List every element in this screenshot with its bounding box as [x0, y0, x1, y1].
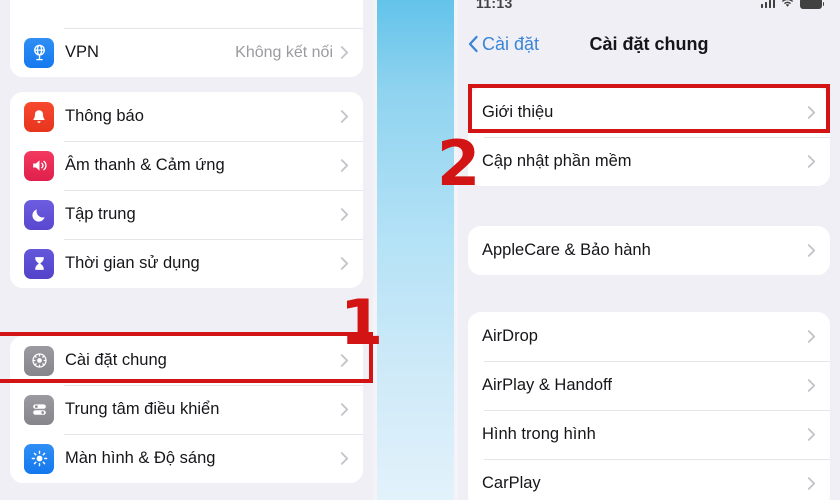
status-icons: [760, 0, 824, 9]
settings-row-label: Màn hình & Độ sáng: [65, 449, 216, 467]
ios-general-settings-screen: 11:13 Cài đặt Cài đặt chung Giới thiệu C…: [458, 0, 840, 500]
panel-divider: [373, 0, 458, 500]
chevron-right-icon: [807, 428, 816, 441]
applecare-group: AppleCare & Bảo hành: [468, 226, 830, 275]
chevron-right-icon: [340, 46, 349, 59]
settings-row-label: AppleCare & Bảo hành: [482, 241, 651, 259]
chevron-right-icon: [807, 477, 816, 490]
settings-row-picture-in-picture[interactable]: Hình trong hình: [468, 410, 830, 459]
settings-row-label: Hình trong hình: [482, 425, 596, 443]
speaker-icon: [24, 150, 54, 181]
settings-row-airdrop[interactable]: AirDrop: [468, 312, 830, 361]
status-bar: 11:13: [458, 0, 840, 12]
bell-icon: [24, 101, 54, 132]
general-group: Cài đặt chung Trung tâm điều khiển Màn h…: [10, 336, 363, 483]
settings-row-label: AirDrop: [482, 327, 538, 345]
about-group: Giới thiệu Cập nhật phần mềm: [468, 88, 830, 186]
airdrop-group: AirDrop AirPlay & Handoff Hình trong hìn…: [468, 312, 830, 500]
settings-row-label: Tập trung: [65, 205, 136, 223]
settings-row-label: Cài đặt chung: [65, 351, 167, 369]
moon-icon: [24, 199, 54, 230]
sliders-icon: [24, 394, 54, 425]
vpn-group: VPN Không kết nối: [10, 0, 363, 77]
settings-row-software-update[interactable]: Cập nhật phần mềm: [468, 137, 830, 186]
settings-row-value: Không kết nối: [235, 43, 333, 61]
settings-row-notifications[interactable]: Thông báo: [10, 92, 363, 141]
chevron-right-icon: [807, 155, 816, 168]
settings-row-applecare[interactable]: AppleCare & Bảo hành: [468, 226, 830, 275]
chevron-right-icon: [807, 106, 816, 119]
settings-row-label: Cập nhật phần mềm: [482, 152, 632, 170]
settings-row-label: AirPlay & Handoff: [482, 376, 612, 394]
settings-row-screen-time[interactable]: Thời gian sử dụng: [10, 239, 363, 288]
settings-row-label: Trung tâm điều khiển: [65, 400, 220, 418]
chevron-right-icon: [340, 257, 349, 270]
back-button-label: Cài đặt: [482, 33, 540, 54]
settings-row-about[interactable]: Giới thiệu: [468, 88, 830, 137]
gear-icon: [24, 345, 54, 376]
tutorial-screenshot: VPN Không kết nối Thông báo Âm thanh & C…: [0, 0, 840, 500]
settings-row-label: VPN: [65, 43, 99, 61]
chevron-right-icon: [807, 379, 816, 392]
left-phone-panel: VPN Không kết nối Thông báo Âm thanh & C…: [0, 0, 373, 500]
ios-settings-screen: VPN Không kết nối Thông báo Âm thanh & C…: [0, 0, 373, 500]
settings-row-airplay-handoff[interactable]: AirPlay & Handoff: [468, 361, 830, 410]
brightness-sun-icon: [24, 443, 54, 474]
settings-row-label: Âm thanh & Cảm ứng: [65, 156, 225, 174]
chevron-right-icon: [807, 330, 816, 343]
chevron-right-icon: [340, 452, 349, 465]
settings-row-focus[interactable]: Tập trung: [10, 190, 363, 239]
navigation-bar: Cài đặt Cài đặt chung: [458, 24, 840, 64]
chevron-left-icon: [468, 35, 478, 53]
settings-row-label: CarPlay: [482, 474, 541, 492]
back-button[interactable]: Cài đặt: [468, 34, 539, 55]
settings-row-label: Thời gian sử dụng: [65, 254, 200, 272]
hourglass-icon: [24, 248, 54, 279]
cellular-signal-icon: [760, 0, 775, 8]
settings-row-label: Thông báo: [65, 107, 144, 125]
notifications-group: Thông báo Âm thanh & Cảm ứng Tập trung T…: [10, 92, 363, 288]
settings-row-vpn[interactable]: VPN Không kết nối: [10, 28, 363, 77]
settings-row-general[interactable]: Cài đặt chung: [10, 336, 363, 385]
chevron-right-icon: [340, 354, 349, 367]
vpn-globe-icon: [24, 37, 54, 68]
chevron-right-icon: [340, 403, 349, 416]
settings-row-sounds[interactable]: Âm thanh & Cảm ứng: [10, 141, 363, 190]
status-time: 11:13: [476, 0, 513, 11]
chevron-right-icon: [807, 244, 816, 257]
settings-row-label: Giới thiệu: [482, 103, 554, 121]
divider-edge-left: [373, 0, 377, 500]
settings-row-carplay[interactable]: CarPlay: [468, 459, 830, 500]
battery-icon: [800, 0, 824, 9]
wifi-icon: [781, 0, 794, 7]
settings-row-display[interactable]: Màn hình & Độ sáng: [10, 434, 363, 483]
settings-row-control-center[interactable]: Trung tâm điều khiển: [10, 385, 363, 434]
chevron-right-icon: [340, 110, 349, 123]
right-phone-panel: 11:13 Cài đặt Cài đặt chung Giới thiệu C…: [458, 0, 840, 500]
chevron-right-icon: [340, 208, 349, 221]
chevron-right-icon: [340, 159, 349, 172]
